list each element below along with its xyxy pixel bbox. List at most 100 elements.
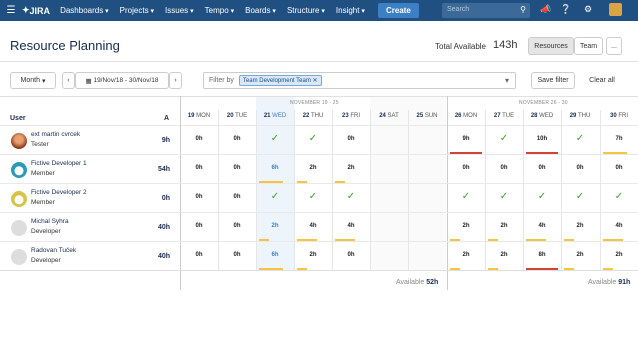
clear-all-button[interactable]: Clear all [583,72,621,89]
search-icon: ⚲ [520,5,526,14]
remove-tag-icon[interactable]: ✕ [313,78,318,84]
day-hours-cell[interactable]: 4h [600,223,638,229]
user-name[interactable]: ext martin cvrcek [31,131,80,138]
day-hours-cell[interactable]: 0h [180,194,218,200]
day-hours-cell[interactable]: 2h [561,223,599,229]
day-hours-cell[interactable]: 2h [600,252,638,258]
calendar-icon: ▦ [85,77,92,85]
search-input[interactable]: Search ⚲ [442,3,530,18]
day-header: 30 FRI [609,113,629,119]
day-hours-cell[interactable]: 0h [485,165,523,171]
row-divider [0,183,638,184]
day-hours-cell[interactable]: 0h [523,165,561,171]
day-hours-cell[interactable]: 0h [218,165,256,171]
next-period-button[interactable]: › [169,72,182,89]
day-hours-cell[interactable]: 4h [523,223,561,229]
user-role: Developer [31,257,61,264]
total-available-value: 143h [493,39,518,51]
column-divider [408,110,409,270]
available-check-icon[interactable]: ✓ [294,133,332,144]
team-button[interactable]: Team [574,37,603,55]
date-range-label: 19/Nov/18 - 30/Nov/18 [93,77,159,84]
week-label: NOVEMBER 26 - 30 [519,100,568,106]
day-header: 22 THU [302,113,324,119]
day-hours-cell[interactable]: 0h [180,223,218,229]
user-name[interactable]: Fictive Developer 1 [31,160,87,167]
notifications-icon[interactable]: 📣 [540,4,551,15]
create-button[interactable]: Create [377,3,419,18]
available-check-icon[interactable]: ✓ [256,133,294,144]
user-name[interactable]: Michal Syhra [31,218,69,225]
available-check-icon[interactable]: ✓ [256,191,294,202]
available-check-icon[interactable]: ✓ [485,191,523,202]
filter-input[interactable]: Filter by Team Development Team ✕ ▾ [203,72,516,89]
more-button[interactable]: ... [606,37,622,55]
day-hours-cell[interactable]: 6h [256,165,294,171]
available-check-icon[interactable]: ✓ [332,191,370,202]
day-hours-cell[interactable]: 0h [180,165,218,171]
available-check-icon[interactable]: ✓ [600,191,638,202]
day-hours-cell[interactable]: 2h [561,252,599,258]
user-avatar[interactable] [609,3,622,16]
day-hours-cell[interactable]: 0h [218,194,256,200]
day-hours-cell[interactable]: 0h [218,223,256,229]
day-hours-cell[interactable]: 0h [218,136,256,142]
menu-icon[interactable]: ☰ [0,5,22,16]
prev-period-button[interactable]: ‹ [62,72,75,89]
user-column-header[interactable]: User [10,115,26,122]
available-check-icon[interactable]: ✓ [561,133,599,144]
filter-tag[interactable]: Team Development Team ✕ [238,75,322,86]
day-hours-cell[interactable]: 0h [561,165,599,171]
day-hours-cell[interactable]: 0h [332,252,370,258]
day-hours-cell[interactable]: 0h [447,165,485,171]
available-check-icon[interactable]: ✓ [447,191,485,202]
day-hours-cell[interactable]: 8h [523,252,561,258]
day-hours-cell[interactable]: 2h [447,223,485,229]
available-check-icon[interactable]: ✓ [485,133,523,144]
day-hours-cell[interactable]: 10h [523,136,561,142]
settings-icon[interactable]: ⚙ [584,4,592,15]
save-filter-button[interactable]: Save filter [531,72,575,89]
day-hours-cell[interactable]: 4h [294,223,332,229]
nav-dashboards[interactable]: Dashboards [60,6,109,15]
resources-button[interactable]: Resources [528,37,574,55]
day-hours-cell[interactable]: 0h [218,252,256,258]
day-hours-cell[interactable]: 2h [294,165,332,171]
availability-column-header[interactable]: A [164,115,169,122]
filter-icon[interactable]: ▾ [505,76,509,85]
nav-tempo[interactable]: Tempo [205,6,234,15]
jira-logo[interactable]: ✦ JIRA [22,5,50,16]
day-hours-cell[interactable]: 2h [256,223,294,229]
user-name[interactable]: Fictive Developer 2 [31,189,87,196]
chevron-down-icon: ▾ [41,77,46,85]
day-hours-cell[interactable]: 2h [447,252,485,258]
day-header: 25 SUN [416,113,438,119]
date-range-picker[interactable]: ▦ 19/Nov/18 - 30/Nov/18 [75,72,169,89]
help-icon[interactable]: ❔ [560,4,571,15]
day-hours-cell[interactable]: 0h [180,252,218,258]
day-hours-cell[interactable]: 6h [256,252,294,258]
available-check-icon[interactable]: ✓ [523,191,561,202]
day-hours-cell[interactable]: 2h [294,252,332,258]
nav-projects[interactable]: Projects [120,6,154,15]
view-select[interactable]: Month ▾ [10,72,56,89]
user-available-hours: 0h [161,195,170,202]
day-hours-cell[interactable]: 0h [600,165,638,171]
day-hours-cell[interactable]: 2h [485,223,523,229]
day-hours-cell[interactable]: 2h [332,165,370,171]
day-number: 23 [341,113,349,119]
column-divider [332,110,333,270]
nav-structure[interactable]: Structure [287,6,325,15]
user-name[interactable]: Radovan Tuček [31,247,76,254]
nav-insight[interactable]: Insight [336,6,365,15]
nav-issues[interactable]: Issues [165,6,194,15]
day-hours-cell[interactable]: 2h [485,252,523,258]
available-check-icon[interactable]: ✓ [294,191,332,202]
day-hours-cell[interactable]: 9h [447,136,485,142]
nav-boards[interactable]: Boards [245,6,276,15]
day-hours-cell[interactable]: 7h [600,136,638,142]
available-check-icon[interactable]: ✓ [561,191,599,202]
day-hours-cell[interactable]: 0h [180,136,218,142]
day-hours-cell[interactable]: 0h [332,136,370,142]
day-hours-cell[interactable]: 4h [332,223,370,229]
